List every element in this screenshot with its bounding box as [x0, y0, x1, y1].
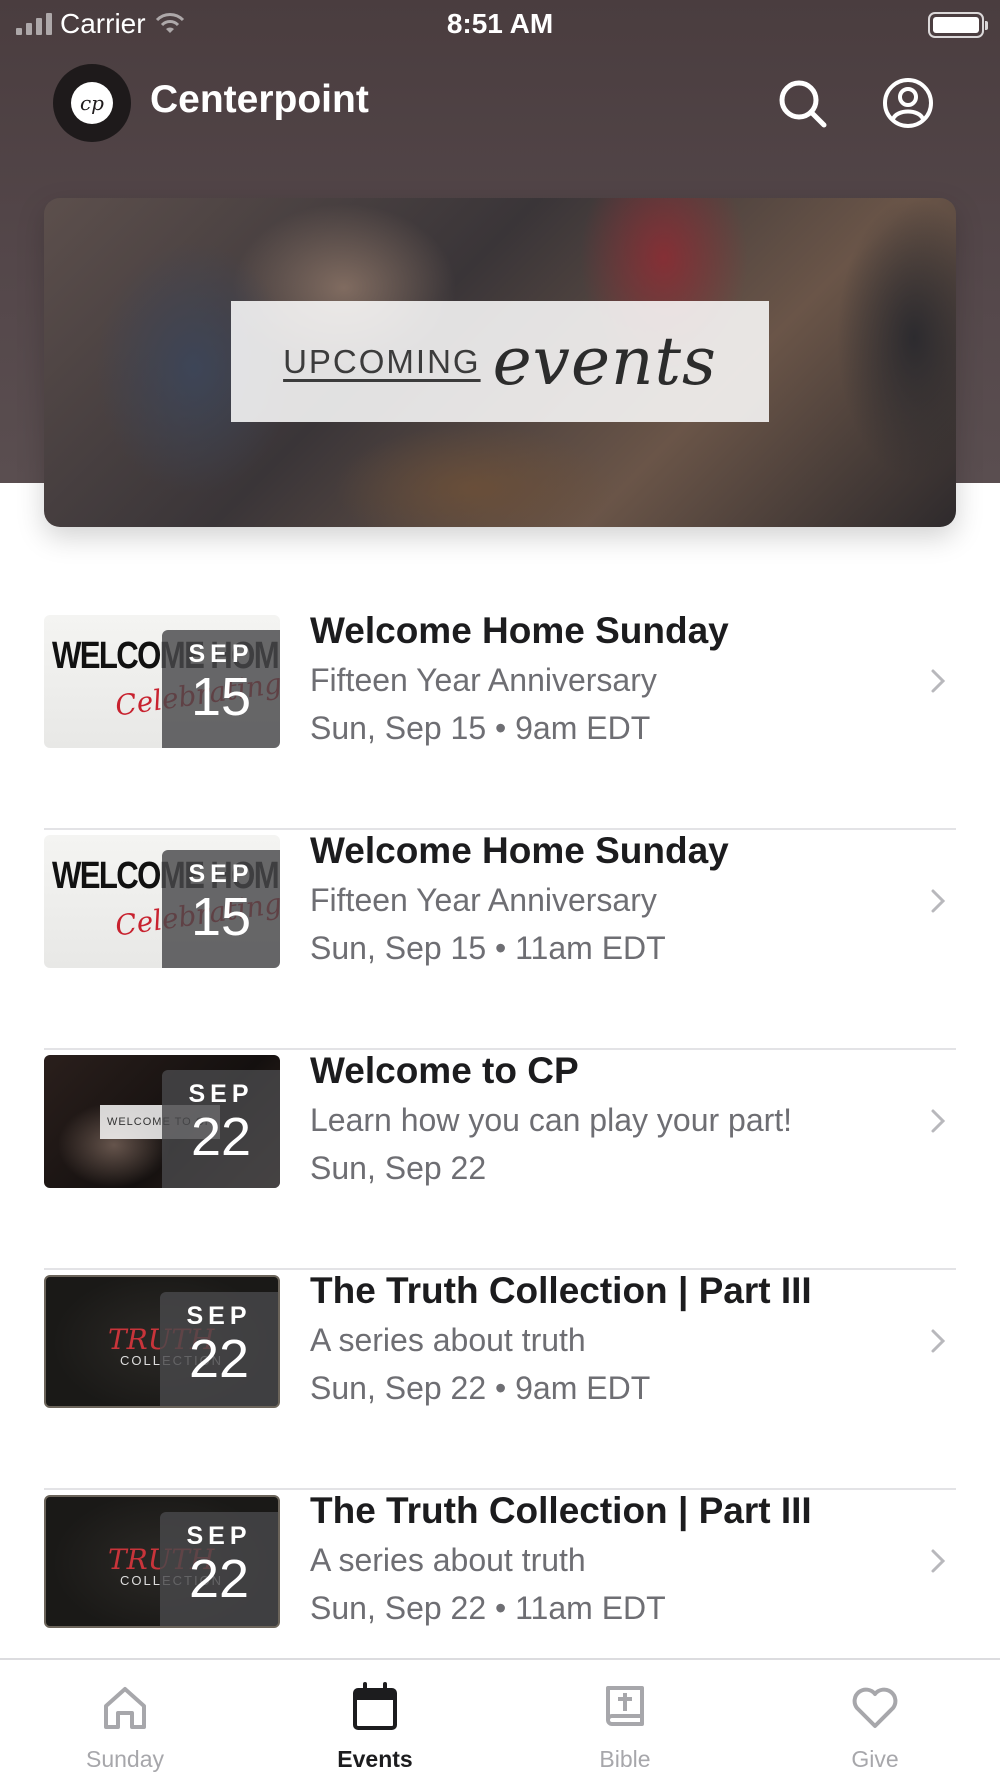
app-title: Centerpoint — [150, 78, 369, 121]
chevron-right-icon — [931, 669, 946, 693]
date-badge: SEP 15 — [162, 630, 280, 748]
badge-day: 22 — [188, 1329, 250, 1389]
badge-month: SEP — [186, 1302, 252, 1330]
home-icon — [104, 1687, 146, 1729]
event-title: Welcome Home Sunday — [310, 830, 729, 871]
event-row[interactable]: WELCOME TO CP SEP 22 Welcome to CP Learn… — [0, 1050, 1000, 1270]
event-title: Welcome Home Sunday — [310, 610, 729, 651]
event-thumbnail: WELCOME HOME Celebrating 15 Years SEP 15 — [44, 615, 280, 748]
event-thumbnail: TRUTH COLLECTION SEP 22 — [44, 1275, 280, 1408]
search-icon[interactable] — [775, 76, 829, 130]
tab-label: Sunday — [85, 1746, 164, 1772]
status-bar: Carrier 8:51 AM — [0, 0, 1000, 50]
event-thumbnail: WELCOME HOME Celebrating 15 Years SEP 15 — [44, 835, 280, 968]
hero-banner-word: UPCOMING — [283, 342, 481, 380]
heart-icon — [852, 1687, 898, 1728]
badge-day: 15 — [190, 887, 252, 947]
event-subtitle: A series about truth — [310, 1322, 586, 1358]
event-date: Sun, Sep 22 • 9am EDT — [310, 1370, 651, 1406]
tab-bible[interactable]: Bible — [500, 1660, 750, 1778]
date-badge: SEP 15 — [162, 850, 280, 968]
event-title: The Truth Collection | Part III — [310, 1270, 812, 1311]
tab-give[interactable]: Give — [750, 1660, 1000, 1778]
calendar-icon — [353, 1682, 397, 1730]
event-thumbnail: TRUTH COLLECTION SEP 22 — [44, 1495, 280, 1628]
date-badge: SEP 22 — [162, 1070, 280, 1188]
event-title: Welcome to CP — [310, 1050, 579, 1091]
upcoming-events-hero[interactable]: UPCOMING events — [44, 198, 956, 527]
date-badge: SEP 22 — [160, 1292, 278, 1406]
event-subtitle: A series about truth — [310, 1542, 586, 1578]
badge-month: SEP — [188, 1080, 254, 1108]
tab-events[interactable]: Events — [250, 1660, 500, 1778]
badge-month: SEP — [186, 1522, 252, 1550]
tab-sunday[interactable]: Sunday — [0, 1660, 250, 1778]
event-row[interactable]: WELCOME HOME Celebrating 15 Years SEP 15… — [0, 830, 1000, 1050]
chevron-right-icon — [931, 1329, 946, 1353]
hero-banner: UPCOMING events — [231, 301, 769, 422]
tab-label: Bible — [599, 1746, 651, 1772]
event-title: The Truth Collection | Part III — [310, 1490, 812, 1531]
badge-day: 22 — [190, 1107, 252, 1167]
bible-icon — [606, 1686, 644, 1726]
event-thumbnail: WELCOME TO CP SEP 22 — [44, 1055, 280, 1188]
badge-day: 22 — [188, 1549, 250, 1609]
status-time: 8:51 AM — [446, 8, 554, 39]
top-nav-bar: cp Centerpoint — [0, 60, 1000, 144]
event-date: Sun, Sep 22 • 11am EDT — [310, 1590, 666, 1626]
app-logo[interactable]: cp — [53, 64, 131, 142]
tab-label: Give — [851, 1746, 899, 1772]
badge-month: SEP — [188, 860, 254, 888]
event-subtitle: Fifteen Year Anniversary — [310, 882, 657, 918]
event-subtitle: Learn how you can play your part! — [310, 1102, 793, 1138]
chevron-right-icon — [931, 1549, 946, 1573]
battery-icon — [928, 12, 988, 38]
event-date: Sun, Sep 15 • 11am EDT — [310, 930, 666, 966]
hero-banner-script: events — [492, 323, 717, 400]
event-date: Sun, Sep 15 • 9am EDT — [310, 710, 651, 746]
chevron-right-icon — [931, 1109, 946, 1133]
event-row[interactable]: TRUTH COLLECTION SEP 22 The Truth Collec… — [0, 1270, 1000, 1490]
event-date: Sun, Sep 22 — [310, 1150, 487, 1186]
chevron-right-icon — [931, 889, 946, 913]
tab-label: Events — [337, 1746, 413, 1772]
event-list: WELCOME HOME Celebrating 15 Years SEP 15… — [0, 610, 1000, 1710]
badge-month: SEP — [188, 640, 254, 668]
event-subtitle: Fifteen Year Anniversary — [310, 662, 657, 698]
logo-mark: cp — [71, 82, 113, 124]
badge-day: 15 — [190, 667, 252, 727]
profile-icon[interactable] — [881, 76, 935, 130]
event-row[interactable]: WELCOME HOME Celebrating 15 Years SEP 15… — [0, 610, 1000, 830]
bottom-tab-bar: Sunday Events Bible Give — [0, 1658, 1000, 1778]
date-badge: SEP 22 — [160, 1512, 278, 1626]
